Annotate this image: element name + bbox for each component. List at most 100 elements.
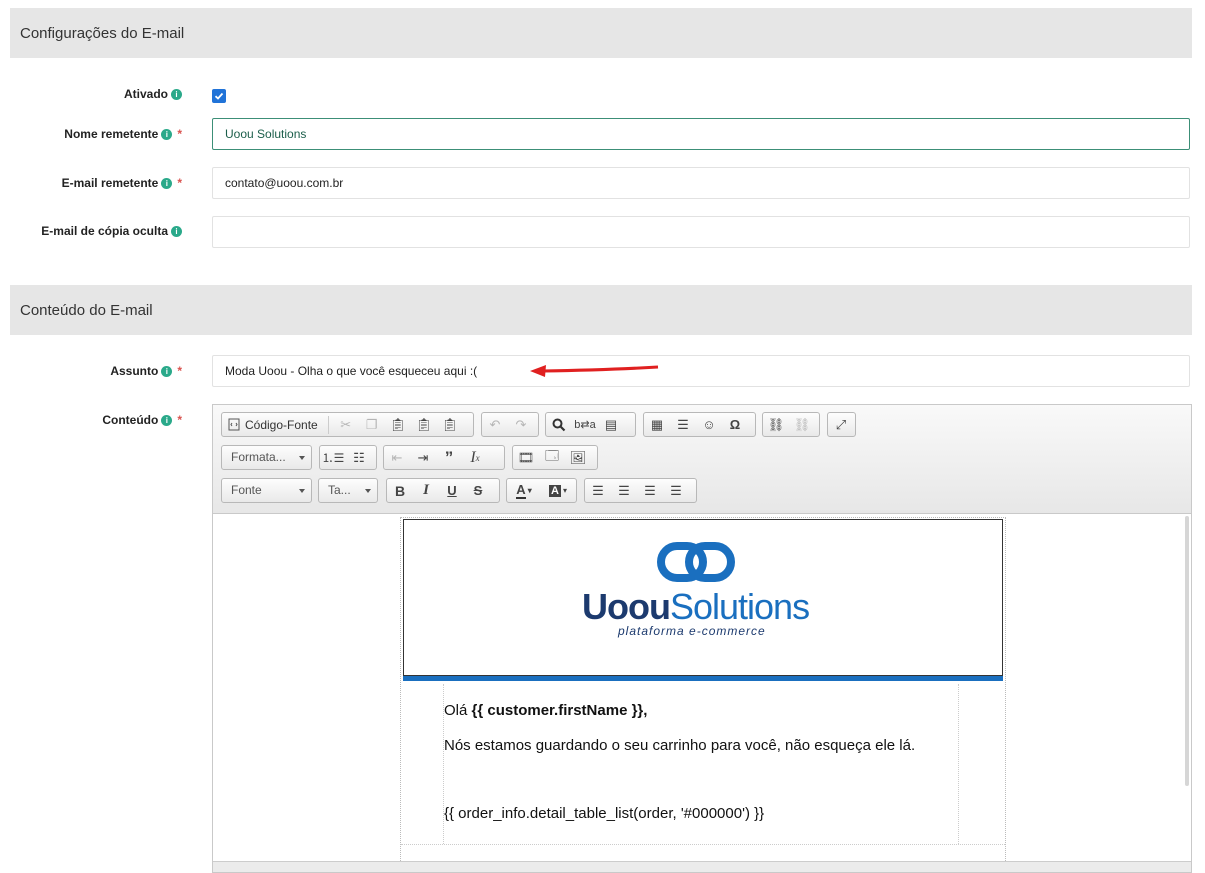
underline-icon[interactable]: U [439, 479, 465, 502]
paste-word-icon[interactable]: 📋︎ [437, 413, 463, 436]
sender-name-label: Nome remetente i * [64, 127, 182, 141]
body-divider [401, 844, 1005, 845]
order-template-line: {{ order_info.detail_table_list(order, '… [444, 805, 765, 822]
font-select[interactable]: Fonte [221, 478, 312, 503]
toolbar-group-indent: ⇤ ⇥ ” Ix [383, 445, 505, 470]
email-content-header: Conteúdo do E-mail [10, 285, 1192, 335]
toolbar-group-document: Código-Fonte ✂ ❐ 📋︎ 📋︎ 📋︎ [221, 412, 474, 437]
editor-scrollbar[interactable] [1185, 516, 1189, 786]
bcc-label-text: E-mail de cópia oculta [41, 224, 168, 238]
logo-uoou: Uoou [582, 586, 671, 627]
special-char-icon[interactable]: Ω [722, 413, 748, 436]
bullet-list-icon[interactable]: ☷ [346, 446, 372, 469]
logo-solutions: Solutions [669, 586, 810, 627]
outdent-icon[interactable]: ⇤ [384, 446, 410, 469]
red-arrow-annotation [530, 365, 659, 377]
paste-text-icon[interactable]: 📋︎ [411, 413, 437, 436]
unlink-icon[interactable]: ⛓︎ [789, 413, 815, 436]
maximize-icon[interactable]: ⤢ [828, 413, 854, 436]
info-icon[interactable]: i [161, 177, 173, 189]
subject-label-text: Assunto [110, 364, 159, 378]
table-icon[interactable]: ▦ [644, 413, 670, 436]
logo-wordmark: UoouSolutions [582, 586, 810, 627]
smiley-icon[interactable]: ☺ [696, 413, 722, 436]
remove-format-icon[interactable]: Ix [462, 446, 488, 469]
enabled-checkbox[interactable] [212, 89, 226, 103]
toolbar-group-align: ☰ ☰ ☰ ☰ [584, 478, 697, 503]
blockquote-icon[interactable]: ” [436, 446, 462, 469]
indent-icon[interactable]: ⇥ [410, 446, 436, 469]
horizontal-rule-icon[interactable]: ☰ [670, 413, 696, 436]
info-icon[interactable]: i [161, 128, 173, 140]
info-icon[interactable]: i [171, 88, 182, 100]
greeting-line: Olá {{ customer.firstName }}, [444, 702, 647, 719]
iframe-icon[interactable]: 🗔 [539, 446, 565, 469]
paste-icon[interactable]: 📋︎ [385, 413, 411, 436]
toolbar-group-insert: ▦ ☰ ☺ Ω [643, 412, 756, 437]
video-icon[interactable]: 🎞︎ [513, 446, 539, 469]
required-mark: * [177, 364, 182, 378]
toolbar-group-maximize: ⤢ [827, 412, 856, 437]
info-icon[interactable]: i [161, 414, 173, 426]
info-icon[interactable]: i [161, 365, 173, 377]
bcc-field[interactable] [212, 216, 1190, 248]
sender-email-field[interactable]: contato@uoou.com.br [212, 167, 1190, 199]
source-code-label: Código-Fonte [245, 417, 318, 432]
toolbar-group-basic-styles: B I U S [386, 478, 500, 503]
align-left-icon[interactable]: ☰ [585, 479, 611, 502]
text-color-icon[interactable]: A ▾ [507, 479, 541, 502]
size-select-label: Ta... [328, 483, 351, 497]
logo-tagline: plataforma e-commerce [618, 624, 766, 638]
italic-icon[interactable]: I [413, 479, 439, 502]
source-code-button[interactable]: Código-Fonte [222, 413, 324, 436]
email-header: UoouSolutions plataforma e-commerce [403, 519, 1003, 676]
bcc-label: E-mail de cópia oculta i [41, 224, 182, 238]
greeting-prefix: Olá [444, 702, 472, 719]
toolbar-group-colors: A ▾ A ▾ [506, 478, 577, 503]
required-mark: * [177, 127, 182, 141]
toolbar-group-find: b⇄a ▤ [545, 412, 636, 437]
bold-icon[interactable]: B [387, 479, 413, 502]
font-select-label: Fonte [231, 483, 262, 497]
source-icon [228, 418, 240, 431]
sender-name-label-text: Nome remetente [64, 127, 159, 141]
copy-icon[interactable]: ❐ [359, 413, 385, 436]
cut-icon[interactable]: ✂ [333, 413, 359, 436]
strikethrough-icon[interactable]: S [465, 479, 491, 502]
subject-field[interactable]: Moda Uoou - Olha o que você esqueceu aqu… [212, 355, 1190, 387]
toolbar-group-media: 🎞︎ 🗔 🖼︎ [512, 445, 598, 470]
undo-icon[interactable]: ↶ [482, 413, 508, 436]
check-icon [214, 92, 224, 100]
find-icon[interactable] [546, 413, 572, 436]
content-label: Conteúdo i * [102, 413, 182, 427]
align-right-icon[interactable]: ☰ [637, 479, 663, 502]
message-line: Nós estamos guardando o seu carrinho par… [444, 737, 916, 754]
rich-text-editor: Código-Fonte ✂ ❐ 📋︎ 📋︎ 📋︎ ↶ ↷ b⇄a ▤ ▦ ☰ … [212, 404, 1192, 873]
sender-name-field[interactable]: Uoou Solutions [212, 118, 1190, 150]
replace-icon[interactable]: b⇄a [572, 413, 598, 436]
image-icon[interactable]: 🖼︎ [565, 446, 591, 469]
format-select[interactable]: Formata... [221, 445, 312, 470]
enabled-label: Ativado i [124, 87, 182, 101]
editor-bottom-bar [213, 861, 1191, 872]
email-settings-header: Configurações do E-mail [10, 8, 1192, 58]
size-select[interactable]: Ta... [318, 478, 378, 503]
numbered-list-icon[interactable]: ⒈☰ [320, 446, 346, 469]
email-header-bar [403, 676, 1003, 681]
background-color-icon[interactable]: A ▾ [541, 479, 575, 502]
format-select-label: Formata... [231, 450, 286, 464]
subject-label: Assunto i * [110, 364, 182, 378]
toolbar-group-undo: ↶ ↷ [481, 412, 539, 437]
link-icon[interactable]: ⛓︎ [763, 413, 789, 436]
toolbar-group-lists: ⒈☰ ☷ [319, 445, 377, 470]
justify-icon[interactable]: ☰ [663, 479, 689, 502]
info-icon[interactable]: i [171, 225, 182, 237]
select-all-icon[interactable]: ▤ [598, 413, 624, 436]
greeting-variable: {{ customer.firstName }}, [471, 702, 648, 719]
editor-toolbar: Código-Fonte ✂ ❐ 📋︎ 📋︎ 📋︎ ↶ ↷ b⇄a ▤ ▦ ☰ … [213, 405, 1191, 514]
align-center-icon[interactable]: ☰ [611, 479, 637, 502]
sender-email-label: E-mail remetente i * [62, 176, 182, 190]
email-body: Olá {{ customer.firstName }}, Nós estamo… [443, 684, 959, 844]
redo-icon[interactable]: ↷ [508, 413, 534, 436]
editor-content-area[interactable]: UoouSolutions plataforma e-commerce Olá … [213, 514, 1191, 872]
